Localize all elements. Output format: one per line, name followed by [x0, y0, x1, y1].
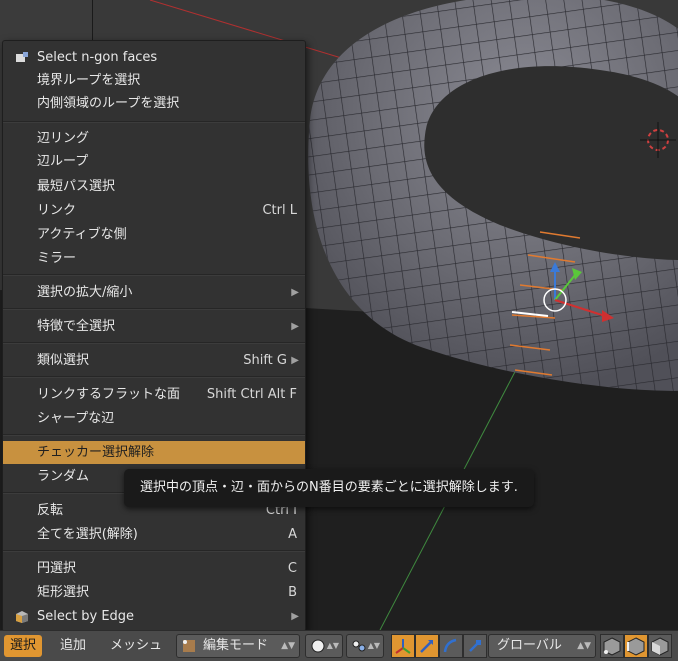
menu-item-select-ngon-faces[interactable]: Select n-gon faces	[3, 46, 305, 69]
select-menu: Select n-gon faces 境界ループを選択 内側領域のループを選択 …	[2, 40, 306, 632]
menu-item-shortcut: Ctrl L	[262, 203, 297, 218]
tooltip: 選択中の頂点・辺・面からのN番目の要素ごとに選択解除します.	[124, 469, 534, 507]
mode-selector[interactable]: 編集モード ▲▼	[176, 634, 300, 658]
menu-item-label: ミラー	[37, 251, 77, 266]
chevron-updown-icon: ▲▼	[367, 641, 380, 650]
pivot-point-selector[interactable]: ▲▼	[346, 634, 384, 658]
mode-label: 編集モード	[203, 638, 269, 653]
solid-shading-icon	[311, 639, 325, 653]
submenu-arrow-icon: ▶	[291, 611, 299, 622]
viewport-shading-selector[interactable]: ▲▼	[305, 634, 343, 658]
rotate-manipulator-button[interactable]	[439, 634, 463, 658]
manipulator-toggle[interactable]	[391, 634, 415, 658]
tooltip-text: 選択中の頂点・辺・面からのN番目の要素ごとに選択解除します.	[140, 480, 518, 495]
menu-item-mirror[interactable]: ミラー	[3, 247, 305, 270]
menu-item-select-all-toggle[interactable]: 全てを選択(解除) A	[3, 523, 305, 546]
menu-item-label: 類似選択	[37, 353, 90, 368]
menu-item-label: チェッカー選択解除	[37, 445, 155, 460]
menu-separator	[3, 274, 305, 276]
menu-item-label: 最短パス選択	[37, 179, 116, 194]
3d-view-header: 選択 追加 メッシュ 編集モード ▲▼ ▲▼ ▲▼ グローバル ▲▼	[0, 630, 678, 661]
chevron-updown-icon: ▲▼	[281, 641, 295, 651]
properties-panel-edge	[0, 0, 93, 42]
menu-item-label: 辺リング	[37, 131, 90, 146]
submenu-arrow-icon: ▶	[291, 355, 299, 366]
mesh-menu-button[interactable]: メッシュ	[110, 635, 162, 657]
menu-separator	[3, 121, 305, 123]
menu-item-label: 辺ループ	[37, 154, 89, 169]
menu-item-label: 内側領域のループを選択	[37, 96, 180, 111]
submenu-arrow-icon: ▶	[291, 321, 299, 332]
orientation-label: グローバル	[497, 638, 562, 653]
add-menu-button[interactable]: 追加	[60, 635, 86, 657]
menu-item-select-loop-inner-region[interactable]: 内側領域のループを選択	[3, 92, 305, 115]
menu-item-shortcut: B	[288, 585, 297, 600]
menu-separator	[3, 308, 305, 310]
arrow-icon	[420, 640, 433, 653]
menu-item-label: ランダム	[37, 469, 90, 484]
menu-item-label: リンク	[37, 203, 77, 218]
translate-manipulator-button[interactable]	[415, 634, 439, 658]
face-select-mode-button[interactable]	[648, 634, 672, 658]
chevron-updown-icon: ▲▼	[326, 641, 339, 650]
scale-manipulator-button[interactable]	[463, 634, 487, 658]
menu-item-label: 特徴で全選択	[37, 319, 116, 334]
select-menu-button[interactable]: 選択	[4, 635, 43, 657]
menu-item-label: Select by Edge	[37, 609, 135, 624]
menu-item-label: 円選択	[37, 561, 77, 576]
ngon-select-icon	[16, 52, 28, 62]
menu-item-edge-loop[interactable]: 辺ループ	[3, 150, 305, 173]
vertex-select-mode-button[interactable]	[600, 634, 624, 658]
menu-item-label: 反転	[37, 503, 64, 518]
menu-item-shortest-path[interactable]: 最短パス選択	[3, 175, 305, 198]
menu-item-select-boundary-loop[interactable]: 境界ループを選択	[3, 69, 305, 92]
menu-item-select-by-edge[interactable]: Select by Edge ▶	[3, 605, 305, 628]
menu-item-shortcut: C	[287, 561, 297, 576]
vertex-select-icon	[603, 637, 621, 656]
menu-item-select-more-less[interactable]: 選択の拡大/縮小 ▶	[3, 281, 305, 304]
menu-separator	[3, 342, 305, 344]
menu-item-label: 境界ループを選択	[37, 73, 141, 88]
menu-item-label: 全てを選択(解除)	[37, 527, 138, 542]
manipulator-icon	[395, 639, 411, 654]
menu-item-checker-deselect[interactable]: チェッカー選択解除	[3, 441, 305, 464]
cube-icon	[16, 611, 28, 623]
menu-item-select-all-by-trait[interactable]: 特徴で全選択 ▶	[3, 315, 305, 338]
menu-item-active-side[interactable]: アクティブな側	[3, 223, 305, 246]
menu-item-label: リンクするフラットな面	[37, 387, 181, 402]
menu-item-select-sharp-edges[interactable]: シャープな辺	[3, 407, 305, 430]
edge-select-icon	[627, 637, 645, 656]
menu-item-label: 選択の拡大/縮小	[37, 285, 133, 300]
pivot-icon	[352, 640, 366, 652]
chevron-updown-icon: ▲▼	[577, 641, 591, 651]
menu-item-label: シャープな辺	[37, 411, 115, 426]
menu-separator	[3, 376, 305, 378]
menu-item-box-select[interactable]: 矩形選択 B	[3, 581, 305, 604]
submenu-arrow-icon: ▶	[291, 287, 299, 298]
menu-item-select-similar[interactable]: 類似選択 Shift G ▶	[3, 349, 305, 372]
menu-item-linked[interactable]: リンク Ctrl L	[3, 199, 305, 222]
menu-item-edge-ring[interactable]: 辺リング	[3, 127, 305, 150]
menu-item-shortcut: Shift G	[243, 353, 287, 368]
face-select-icon	[651, 637, 669, 656]
menu-item-shortcut: A	[288, 527, 297, 542]
menu-separator	[3, 434, 305, 436]
menu-item-shortcut: Shift Ctrl Alt F	[206, 387, 297, 402]
transform-orientation-selector[interactable]: グローバル ▲▼	[488, 634, 596, 658]
edge-select-mode-button[interactable]	[624, 634, 648, 658]
menu-item-circle-select[interactable]: 円選択 C	[3, 557, 305, 580]
rotate-icon	[443, 638, 457, 653]
menu-item-label: Select n-gon faces	[37, 50, 158, 65]
menu-item-label: 矩形選択	[37, 585, 90, 600]
menu-item-label: アクティブな側	[37, 227, 127, 242]
scale-icon	[469, 640, 481, 652]
edit-mode-icon	[183, 640, 195, 652]
menu-separator	[3, 550, 305, 552]
menu-item-select-linked-flat-faces[interactable]: リンクするフラットな面 Shift Ctrl Alt F	[3, 383, 305, 406]
